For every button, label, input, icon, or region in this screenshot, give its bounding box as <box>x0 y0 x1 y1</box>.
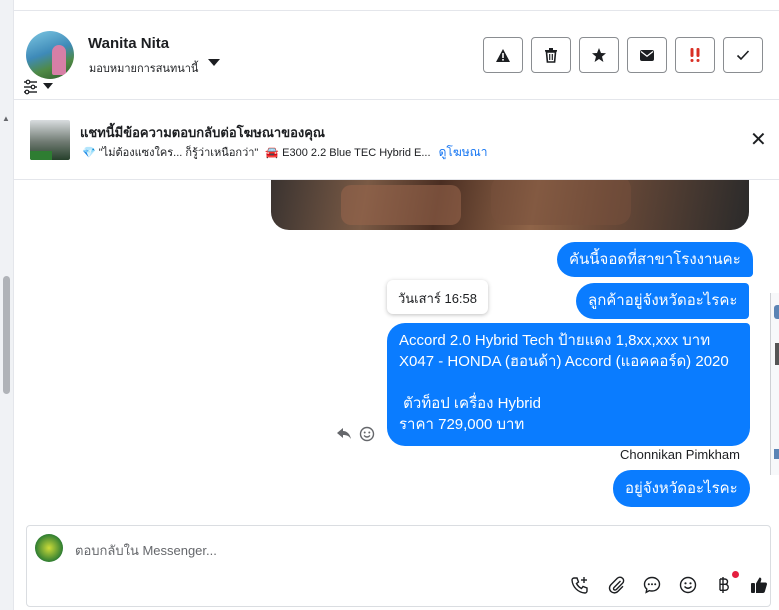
emoji-icon[interactable] <box>678 575 698 595</box>
star-icon <box>592 48 606 62</box>
sender-name: Chonnikan Pimkham <box>620 447 740 462</box>
ad-thumbnail[interactable] <box>30 120 70 160</box>
car-icon: 🚘 <box>265 147 280 159</box>
reply-input[interactable]: ตอบกลับใน Messenger... <box>75 540 217 561</box>
left-rail: ▲ <box>0 0 14 610</box>
side-panel-edge[interactable] <box>770 293 779 475</box>
saved-reply-icon[interactable] <box>642 575 662 595</box>
trash-icon <box>545 48 557 63</box>
chevron-down-icon[interactable] <box>208 59 220 66</box>
assign-conversation-label[interactable]: มอบหมายการสนทนานี้ <box>89 59 198 77</box>
timestamp-tooltip: วันเสาร์ 16:58 <box>387 280 488 314</box>
message-photo[interactable] <box>271 180 749 230</box>
follow-up-button[interactable] <box>675 37 715 73</box>
close-icon[interactable]: ✕ <box>750 130 767 150</box>
call-add-icon[interactable] <box>570 575 590 595</box>
thumbs-up-icon[interactable] <box>749 575 769 595</box>
page-avatar <box>35 534 63 562</box>
warning-icon <box>496 48 510 62</box>
ad-caption: "ไม่ต้องแซงใคร... ก็รู้ว่าเหนือกว่า" <box>98 147 259 159</box>
ad-banner-title: แชทนี้มีข้อความตอบกลับต่อโฆษณาของคุณ <box>80 125 325 140</box>
message-composer[interactable]: ตอบกลับใน Messenger... <box>26 525 771 607</box>
diamond-icon: 💎 <box>82 147 96 159</box>
currency-icon[interactable] <box>713 575 733 595</box>
message-bubble[interactable]: อยู่จังหวัดอะไรคะ <box>613 470 750 507</box>
view-ad-link[interactable]: ดูโฆษณา <box>439 145 488 159</box>
message-bubble[interactable]: คันนี้จอดที่สาขาโรงงานคะ <box>557 242 753 277</box>
notification-dot <box>732 571 739 578</box>
ad-banner-details: 💎 "ไม่ต้องแซงใคร... ก็รู้ว่าเหนือกว่า" 🚘… <box>82 143 488 162</box>
delete-button[interactable] <box>531 37 571 73</box>
mark-unread-button[interactable] <box>627 37 667 73</box>
message-bubble[interactable]: Accord 2.0 Hybrid Tech ป้ายแดง 1,8xx,xxx… <box>387 323 750 446</box>
paperclip-icon[interactable] <box>607 575 627 595</box>
react-emoji-icon[interactable] <box>359 426 375 442</box>
avatar[interactable] <box>26 31 74 79</box>
envelope-icon <box>640 49 654 61</box>
reply-icon[interactable] <box>336 426 352 440</box>
ad-model: E300 2.2 Blue TEC Hybrid E... <box>282 147 431 159</box>
ad-reply-banner: แชทนี้มีข้อความตอบกลับต่อโฆษณาของคุณ 💎 "… <box>14 100 779 180</box>
check-icon <box>736 50 750 61</box>
scrollbar-thumb[interactable] <box>3 276 10 394</box>
contact-name[interactable]: Wanita Nita <box>88 35 169 52</box>
message-bubble[interactable]: ลูกค้าอยู่จังหวัดอะไรคะ <box>576 283 750 319</box>
report-spam-button[interactable] <box>483 37 523 73</box>
filter-sliders-icon[interactable] <box>22 79 56 95</box>
conversation-header: Wanita Nita มอบหมายการสนทนานี้ <box>14 11 779 100</box>
mark-done-button[interactable] <box>723 37 763 73</box>
double-exclamation-icon <box>690 48 700 62</box>
star-button[interactable] <box>579 37 619 73</box>
scroll-up-icon[interactable]: ▲ <box>2 114 10 123</box>
